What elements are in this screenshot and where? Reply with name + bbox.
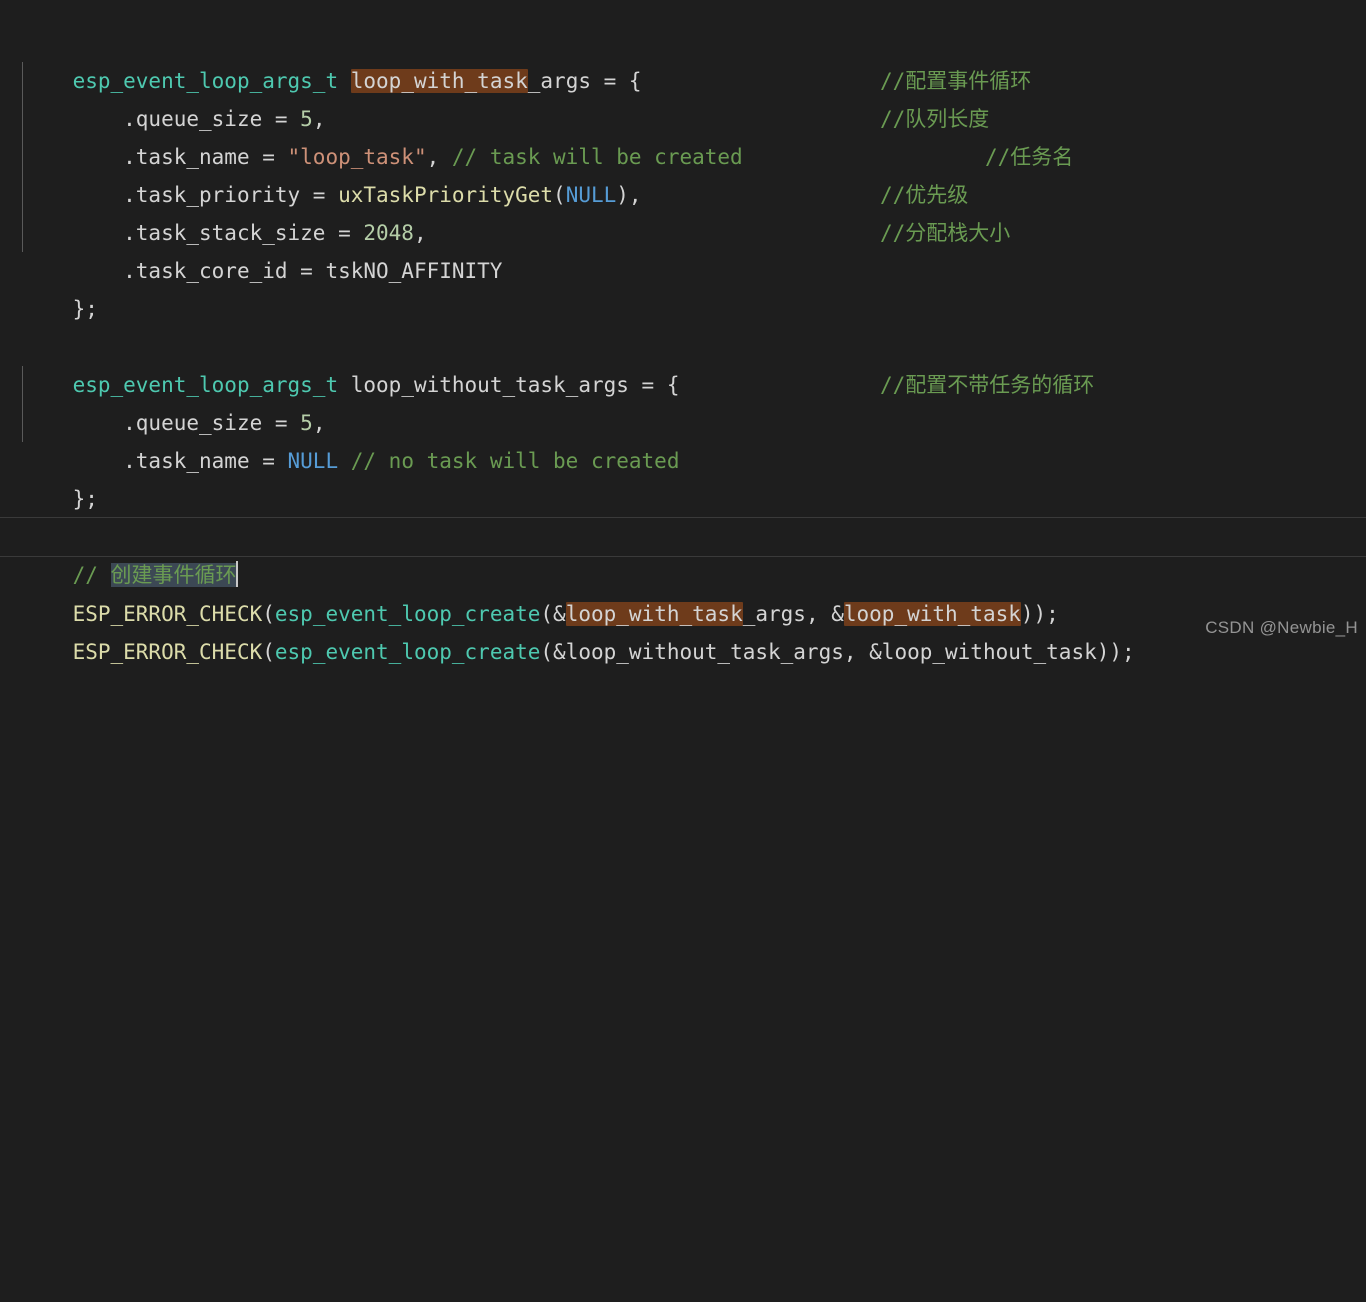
paren: ( — [262, 640, 275, 664]
code-line-active[interactable]: // 创建事件循环 — [0, 517, 1366, 587]
code-line[interactable]: .queue_size = 5,//队列长度 — [0, 62, 1366, 131]
code-line[interactable]: .queue_size = 5, — [0, 366, 1366, 435]
code-line[interactable]: .task_priority = uxTaskPriorityGet(NULL)… — [0, 138, 1366, 207]
code-line[interactable]: esp_event_loop_args_t loop_without_task_… — [0, 328, 1366, 397]
identifier: loop_without_task — [881, 640, 1097, 664]
line-tail: )); — [1096, 640, 1135, 664]
code-line[interactable]: .task_core_id = tskNO_AFFINITY — [0, 214, 1366, 283]
function-token: esp_event_loop_create — [274, 640, 541, 664]
csdn-watermark: CSDN @Newbie_H — [1205, 618, 1358, 637]
code-line[interactable]: }; — [0, 252, 1366, 321]
code-line[interactable]: .task_name = "loop_task", // task will b… — [0, 100, 1366, 169]
code-line[interactable]: esp_event_loop_args_t loop_with_task_arg… — [0, 24, 1366, 93]
code-line[interactable]: }; — [0, 442, 1366, 511]
code-line[interactable]: ESP_ERROR_CHECK(esp_event_loop_create(&l… — [0, 595, 1366, 664]
arg-separator: , & — [843, 640, 882, 664]
code-line-blank[interactable] — [0, 480, 1366, 518]
code-line[interactable]: .task_name = NULL // no task will be cre… — [0, 404, 1366, 473]
macro-token: ESP_ERROR_CHECK — [72, 640, 263, 664]
paren: (& — [540, 640, 566, 664]
code-line-blank[interactable] — [0, 290, 1366, 328]
identifier: loop_without_task_args — [565, 640, 844, 664]
code-line[interactable]: .task_stack_size = 2048,//分配栈大小 — [0, 176, 1366, 245]
code-line[interactable]: ESP_ERROR_CHECK(esp_event_loop_create(&l… — [0, 557, 1366, 626]
code-editor[interactable]: esp_event_loop_args_t loop_with_task_arg… — [0, 0, 1366, 664]
